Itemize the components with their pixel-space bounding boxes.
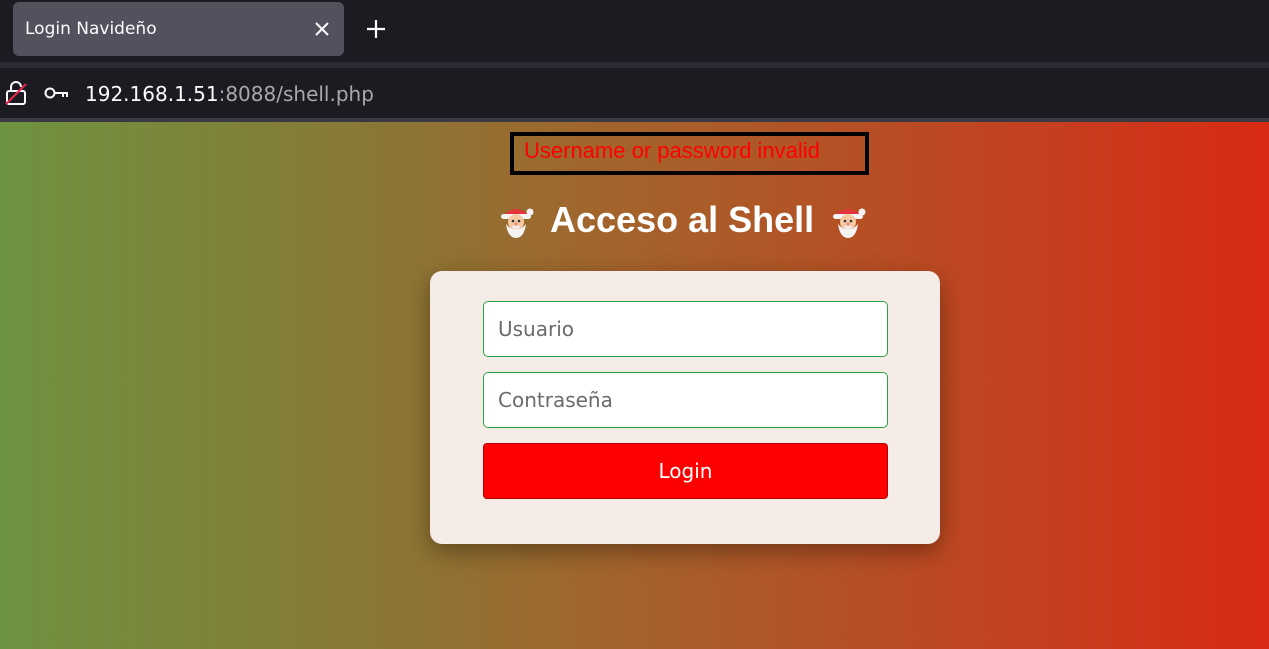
error-message-box: Username or password invalid: [510, 132, 869, 175]
password-input[interactable]: [483, 372, 888, 428]
error-message: Username or password invalid: [524, 138, 820, 163]
heading-text: Acceso al Shell: [550, 199, 815, 240]
browser-tab[interactable]: Login Navideño: [13, 2, 344, 56]
page-title: Acceso al Shell: [496, 198, 868, 242]
url-text[interactable]: 192.168.1.51:8088/shell.php: [85, 80, 374, 108]
url-host: 192.168.1.51: [85, 82, 219, 106]
tab-bar: Login Navideño: [0, 0, 1269, 62]
page-content: Username or password invalid Acceso al S…: [0, 122, 1269, 649]
login-button[interactable]: Login: [483, 443, 888, 499]
key-icon[interactable]: [44, 84, 70, 102]
url-path: :8088/shell.php: [218, 82, 374, 106]
close-icon[interactable]: [312, 19, 332, 39]
insecure-lock-icon[interactable]: [4, 80, 28, 106]
santa-claus-emoji-right: [833, 208, 866, 238]
tab-title: Login Navideño: [25, 19, 157, 39]
plus-icon[interactable]: [364, 17, 388, 41]
login-card: Login: [430, 271, 940, 544]
santa-claus-emoji-left: [501, 208, 534, 238]
username-input[interactable]: [483, 301, 888, 357]
